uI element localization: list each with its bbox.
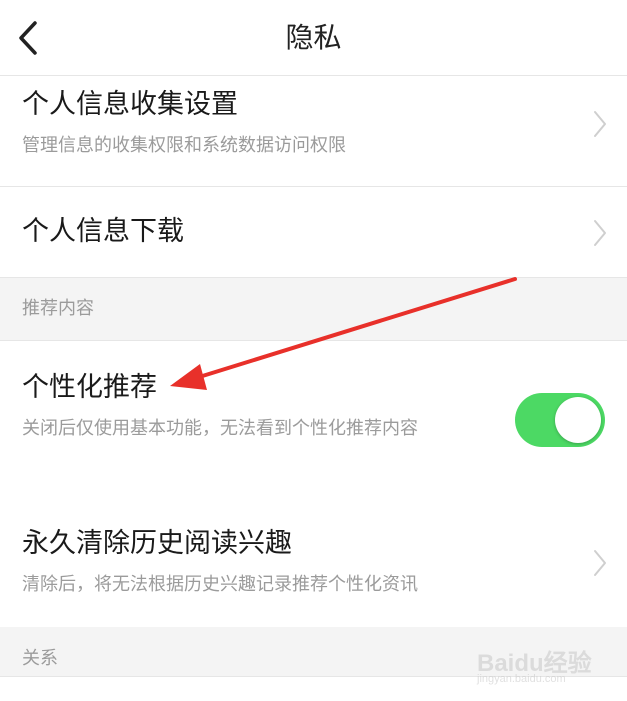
list-item-clear-history[interactable]: 永久清除历史阅读兴趣 清除后，将无法根据历史兴趣记录推荐个性化资讯	[0, 497, 627, 627]
section-label: 关系	[22, 648, 58, 669]
toggle-knob	[555, 397, 601, 443]
item-title: 个人信息收集设置	[22, 89, 238, 120]
nav-bar: 隐私	[0, 0, 627, 76]
list-item-personalized-recommend: 个性化推荐 关闭后仅使用基本功能，无法看到个性化推荐内容	[0, 341, 627, 497]
item-subtitle: 清除后，将无法根据历史兴趣记录推荐个性化资讯	[22, 574, 418, 595]
section-label: 推荐内容	[22, 298, 94, 319]
item-title: 永久清除历史阅读兴趣	[22, 528, 292, 559]
list-item-info-collection[interactable]: 个人信息收集设置 管理信息的收集权限和系统数据访问权限	[0, 76, 627, 187]
list-item-info-download[interactable]: 个人信息下载	[0, 187, 627, 278]
item-title: 个人信息下载	[22, 216, 184, 247]
watermark-url: jingyan.baidu.com	[477, 673, 566, 685]
item-subtitle: 关闭后仅使用基本功能，无法看到个性化推荐内容	[22, 418, 418, 439]
baidu-watermark: Baidu经验 jingyan.baidu.com	[477, 641, 597, 689]
page-title: 隐私	[285, 21, 342, 54]
chevron-right-icon	[594, 111, 606, 137]
item-subtitle: 管理信息的收集权限和系统数据访问权限	[22, 135, 346, 156]
chevron-right-icon	[594, 550, 606, 576]
personalized-recommend-toggle[interactable]	[515, 393, 605, 447]
privacy-settings-screen: 隐私 个人信息收集设置 管理信息的收集权限和系统数据访问权限 个人信息下载 推荐…	[0, 0, 627, 701]
section-header-recommend: 推荐内容	[0, 278, 627, 341]
item-title: 个性化推荐	[22, 372, 157, 403]
chevron-right-icon	[594, 220, 606, 246]
